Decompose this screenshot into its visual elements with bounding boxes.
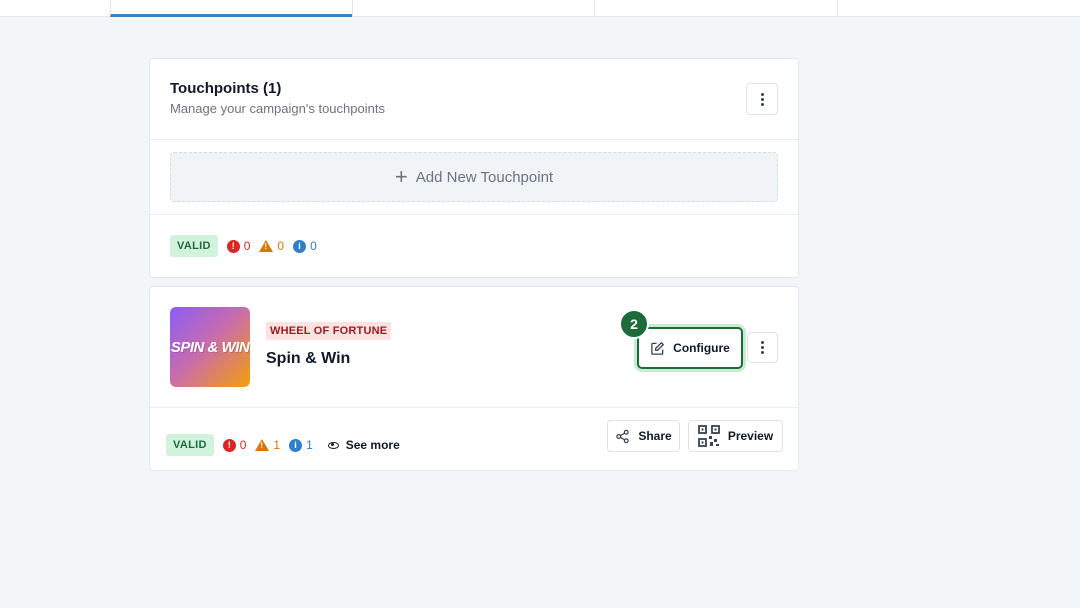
- divider: [150, 214, 798, 215]
- error-icon: !: [222, 438, 236, 452]
- valid-badge: VALID: [166, 434, 214, 456]
- plus-icon: +: [394, 164, 408, 189]
- warning-count: 0: [259, 239, 284, 253]
- error-count-value: 0: [243, 239, 251, 253]
- info-count: i 1: [289, 438, 313, 452]
- kebab-menu-icon: [760, 92, 764, 106]
- error-count: ! 0: [226, 239, 251, 253]
- info-icon: i: [293, 239, 307, 253]
- preview-button[interactable]: Preview: [688, 420, 783, 452]
- warning-icon: [255, 439, 270, 451]
- error-count-value: 0: [239, 438, 247, 452]
- share-button[interactable]: Share: [607, 420, 680, 452]
- touchpoints-status-row: VALID ! 0 0 i 0: [170, 235, 317, 257]
- touchpoints-title: Touchpoints (1): [170, 80, 282, 97]
- configure-button[interactable]: Configure: [637, 327, 743, 369]
- tab-bar: [0, 0, 1080, 17]
- touchpoint-status-row: VALID ! 0 1 i 1 See more: [166, 434, 400, 456]
- touchpoint-card: SPIN & WIN WHEEL OF FORTUNE Spin & Win C…: [149, 286, 799, 471]
- add-touchpoint-button[interactable]: + Add New Touchpoint: [170, 152, 778, 202]
- info-count-value: 0: [310, 239, 317, 253]
- see-more-label: See more: [345, 438, 400, 452]
- valid-badge: VALID: [170, 235, 218, 257]
- info-icon: i: [289, 438, 303, 452]
- touchpoint-menu-button[interactable]: [747, 332, 778, 363]
- kebab-menu-icon: [761, 341, 764, 354]
- error-icon: !: [226, 239, 240, 253]
- touchpoints-card: Touchpoints (1) Manage your campaign's t…: [149, 58, 799, 278]
- tab-1[interactable]: [110, 0, 352, 17]
- configure-label: Configure: [673, 341, 730, 355]
- info-count: i 0: [293, 239, 317, 253]
- tab-2[interactable]: [352, 0, 594, 17]
- error-count: ! 0: [222, 438, 247, 452]
- touchpoint-thumbnail: SPIN & WIN: [170, 307, 250, 387]
- step-number-badge: 2: [619, 309, 649, 339]
- see-more-link[interactable]: See more: [327, 438, 400, 452]
- touchpoint-type-badge: WHEEL OF FORTUNE: [266, 322, 392, 340]
- tab-4[interactable]: [837, 0, 1079, 17]
- touchpoints-header: Touchpoints (1) Manage your campaign's t…: [150, 59, 798, 140]
- info-count-value: 1: [306, 438, 313, 452]
- warning-count: 1: [255, 438, 280, 452]
- tab-3[interactable]: [594, 0, 836, 17]
- add-touchpoint-label: Add New Touchpoint: [415, 168, 554, 186]
- edit-icon: [651, 341, 665, 355]
- share-icon: [616, 429, 630, 443]
- touchpoints-subtitle: Manage your campaign's touchpoints: [170, 101, 385, 116]
- preview-label: Preview: [727, 429, 774, 443]
- warning-icon: [259, 240, 274, 252]
- divider: [150, 407, 798, 408]
- touchpoints-menu-button[interactable]: [746, 83, 778, 115]
- share-label: Share: [638, 429, 672, 443]
- eye-icon: [327, 441, 339, 449]
- thumbnail-text: SPIN & WIN: [170, 338, 250, 356]
- warning-count-value: 1: [273, 438, 281, 452]
- warning-count-value: 0: [277, 239, 285, 253]
- touchpoint-name: Spin & Win: [266, 350, 351, 367]
- qr-code-icon: [697, 425, 720, 447]
